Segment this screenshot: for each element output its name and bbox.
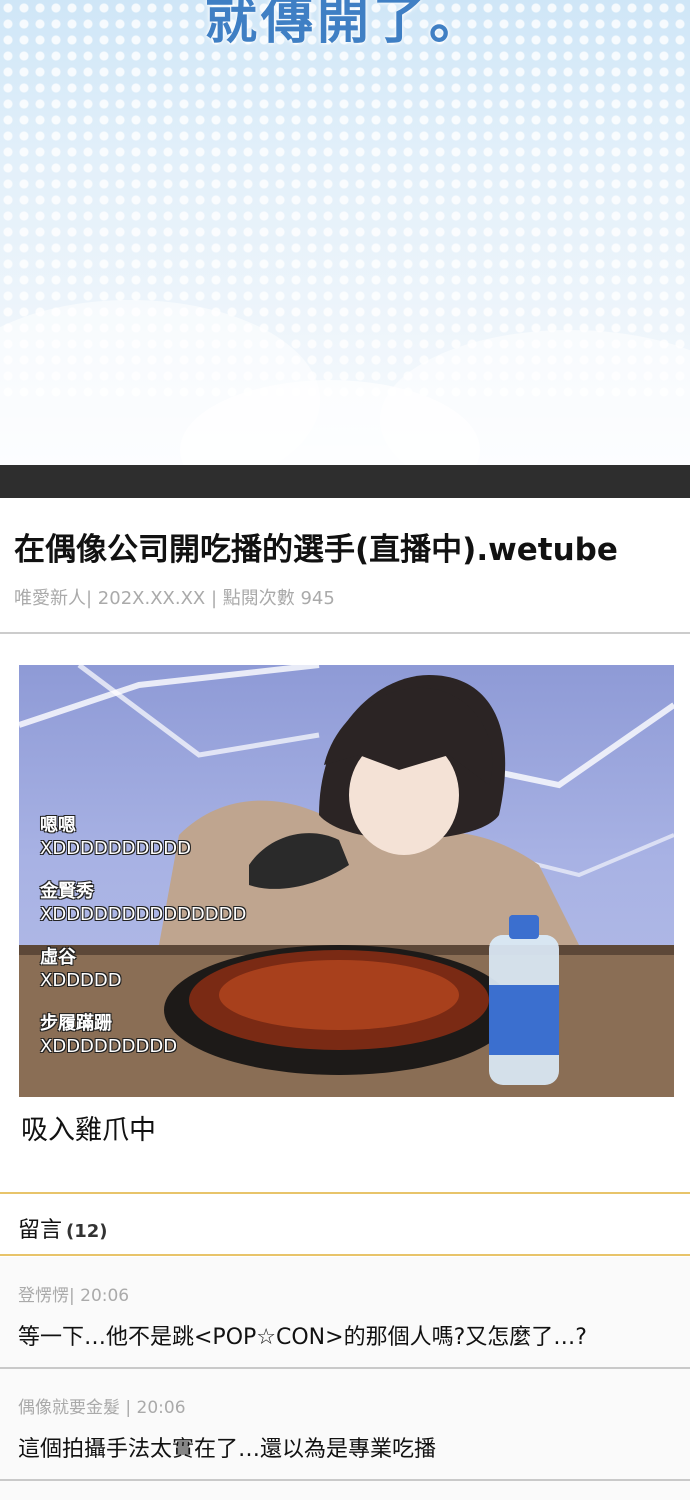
- live-chat-overlay: 嗯嗯 XDDDDDDDDDD 金賢秀 XDDDDDDDDDDDDDD 虛谷 XD…: [40, 815, 246, 1079]
- post-title: 在偶像公司開吃播的選手(直播中).wetube: [14, 532, 618, 568]
- chat-message: XDDDDD: [40, 970, 122, 991]
- post-image: 嗯嗯 XDDDDDDDDDD 金賢秀 XDDDDDDDDDDDDDD 虛谷 XD…: [19, 665, 674, 1097]
- comment-text: 這個拍攝手法太實在了…還以為是專業吃播: [18, 1437, 437, 1462]
- comment-meta: 登愣愣| 20:06: [18, 1286, 130, 1306]
- comment-meta: 偶像就要金髮 | 20:06: [18, 1398, 186, 1418]
- comments-header: 留言 (12): [18, 1212, 108, 1244]
- divider: [0, 1192, 690, 1194]
- chat-message: XDDDDDDDDD: [40, 1036, 178, 1057]
- post-meta: 唯愛新人| 202X.XX.XX | 點閱次數 945: [14, 588, 335, 609]
- webtoon-top-panel: 就傳開了。: [0, 0, 690, 465]
- chat-username: 虛谷: [40, 947, 76, 968]
- chat-message: XDDDDDDDDDDDDDD: [40, 904, 247, 925]
- comment-list: 登愣愣| 20:06 等一下…他不是跳<POP☆CON>的那個人嗎?又怎麼了…?…: [0, 1257, 690, 1500]
- divider: [0, 1479, 690, 1481]
- chat-username: 金賢秀: [40, 881, 94, 902]
- chat-username: 步履蹣跚: [40, 1013, 112, 1034]
- banner-text: 就傳開了。: [204, 0, 485, 51]
- chat-message: XDDDDDDDDDD: [40, 838, 191, 859]
- post-caption: 吸入雞爪中: [21, 1115, 156, 1146]
- comment-item: 偶像就要金髮 | 20:06 這個拍攝手法太實在了…還以為是專業吃播: [0, 1369, 690, 1479]
- chat-username: 嗯嗯: [40, 815, 76, 836]
- divider: [0, 632, 690, 634]
- comments-label: 留言: [18, 1218, 63, 1243]
- divider: [0, 1254, 690, 1256]
- header-bar: [0, 465, 690, 498]
- comments-count: (12): [66, 1221, 108, 1242]
- comment-text: 等一下…他不是跳<POP☆CON>的那個人嗎?又怎麼了…?: [18, 1325, 587, 1350]
- comment-item: 登愣愣| 20:06 等一下…他不是跳<POP☆CON>的那個人嗎?又怎麼了…?: [0, 1257, 690, 1367]
